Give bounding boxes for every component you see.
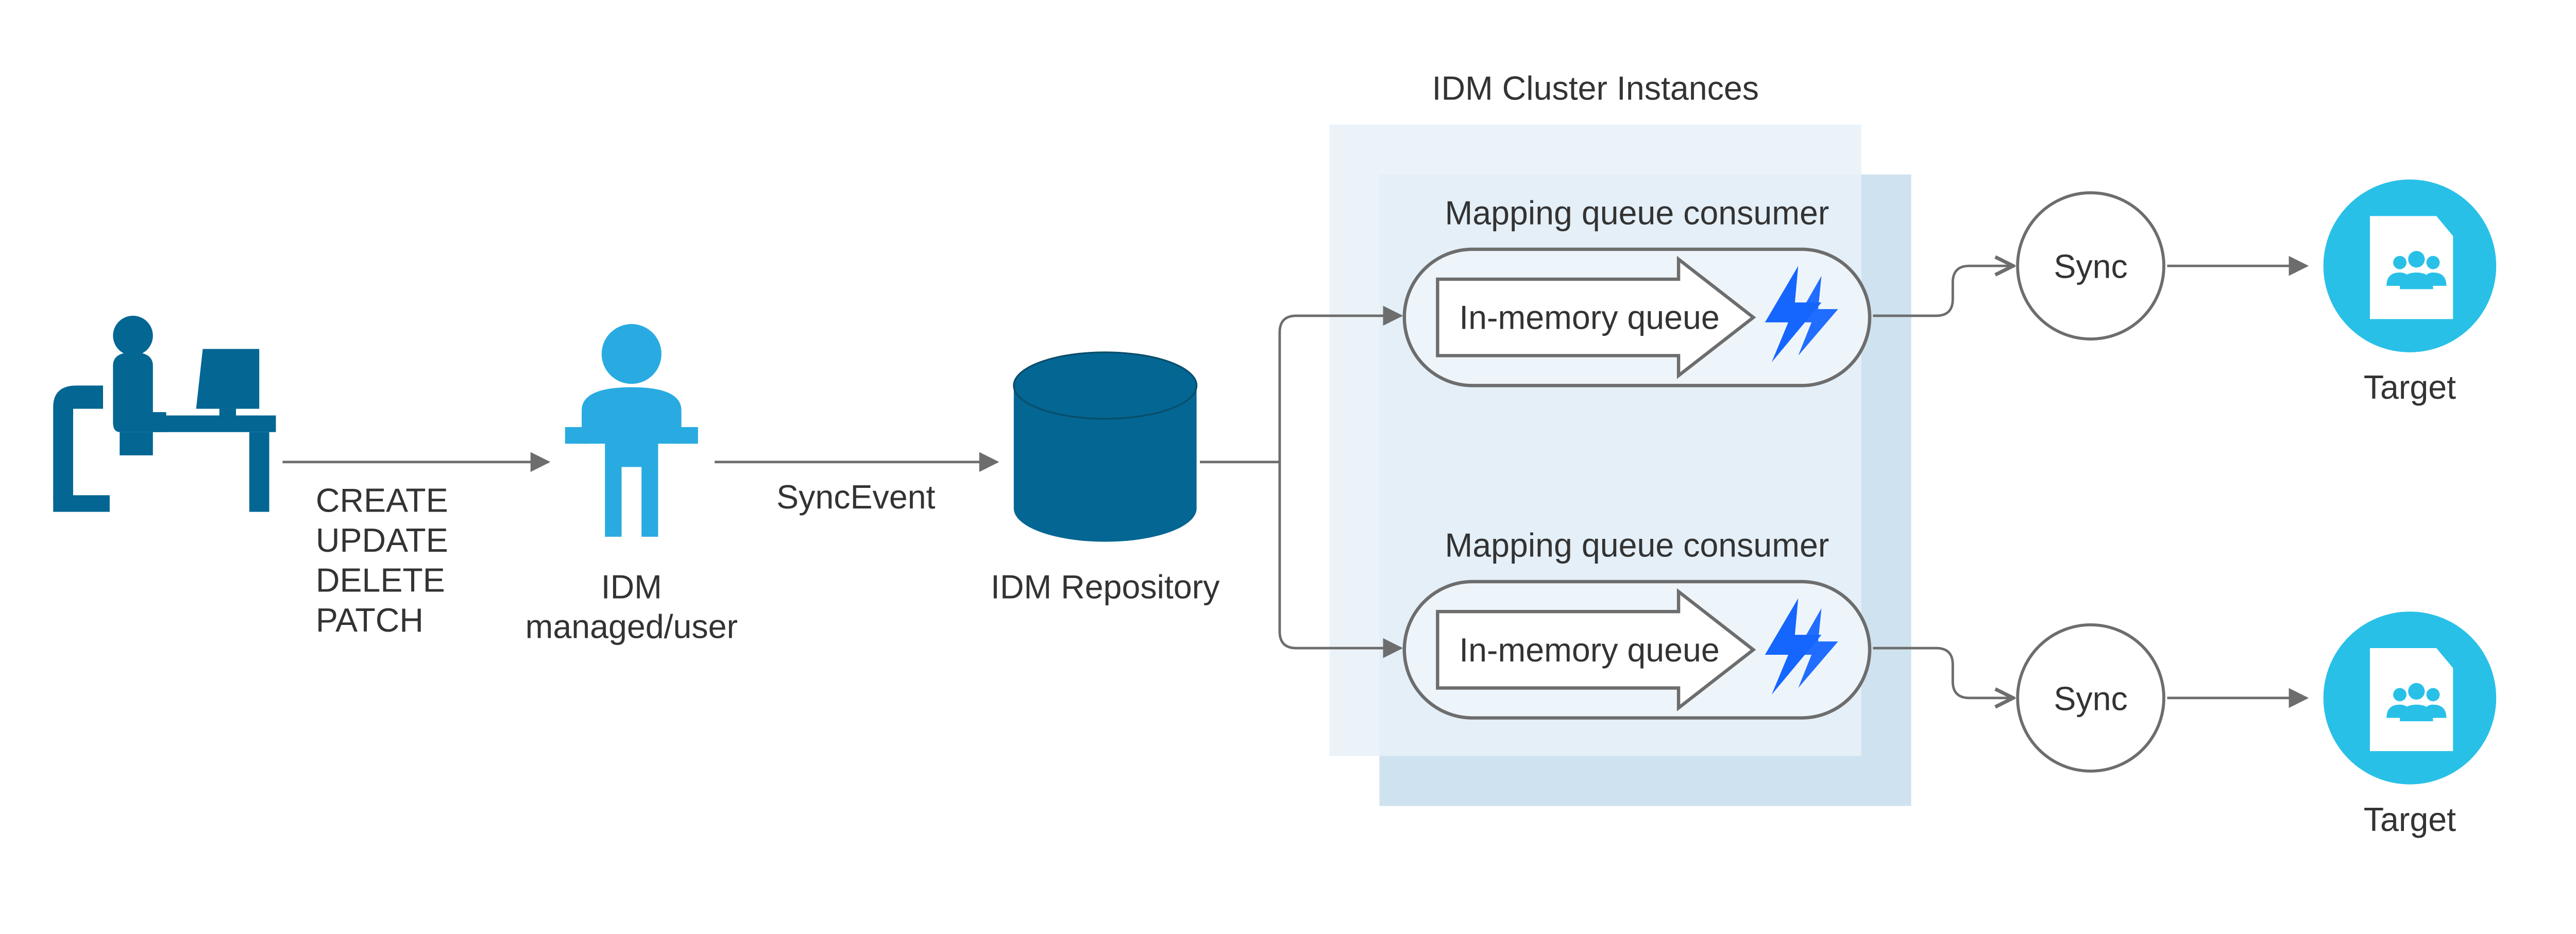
- target-bottom: Target: [2324, 612, 2496, 838]
- workstation-user-icon: [53, 316, 276, 512]
- consumer-top: Mapping queue consumer In-memory queue: [1404, 194, 1870, 385]
- op-delete: DELETE: [316, 562, 445, 599]
- repository-label: IDM Repository: [991, 568, 1220, 605]
- diagram-canvas: CREATE UPDATE DELETE PATCH IDM managed/u…: [0, 0, 2576, 903]
- operations-list: CREATE UPDATE DELETE PATCH: [316, 482, 448, 639]
- sync-node-bottom: Sync: [2018, 625, 2164, 771]
- idm-user-icon: [565, 324, 698, 537]
- sync-label-bottom: Sync: [2054, 680, 2127, 717]
- sync-label-top: Sync: [2054, 248, 2127, 285]
- op-update: UPDATE: [316, 522, 448, 559]
- idm-user-label-1: IDM: [601, 568, 662, 605]
- target-label-bottom: Target: [2364, 801, 2456, 838]
- idm-repository-icon: [1014, 352, 1197, 542]
- target-top: Target: [2324, 179, 2496, 406]
- sync-node-top: Sync: [2018, 193, 2164, 339]
- queue-label-bottom: In-memory queue: [1459, 632, 1719, 669]
- op-patch: PATCH: [316, 602, 423, 639]
- cluster-title: IDM Cluster Instances: [1432, 70, 1759, 107]
- target-label-top: Target: [2364, 369, 2456, 406]
- sync-event-label: SyncEvent: [776, 479, 935, 516]
- consumer-bottom: Mapping queue consumer In-memory queue: [1404, 527, 1870, 718]
- op-create: CREATE: [316, 482, 448, 519]
- consumer-bottom-title: Mapping queue consumer: [1445, 527, 1829, 564]
- consumer-top-title: Mapping queue consumer: [1445, 194, 1829, 231]
- queue-label-top: In-memory queue: [1459, 299, 1719, 336]
- idm-user-label-2: managed/user: [526, 608, 738, 646]
